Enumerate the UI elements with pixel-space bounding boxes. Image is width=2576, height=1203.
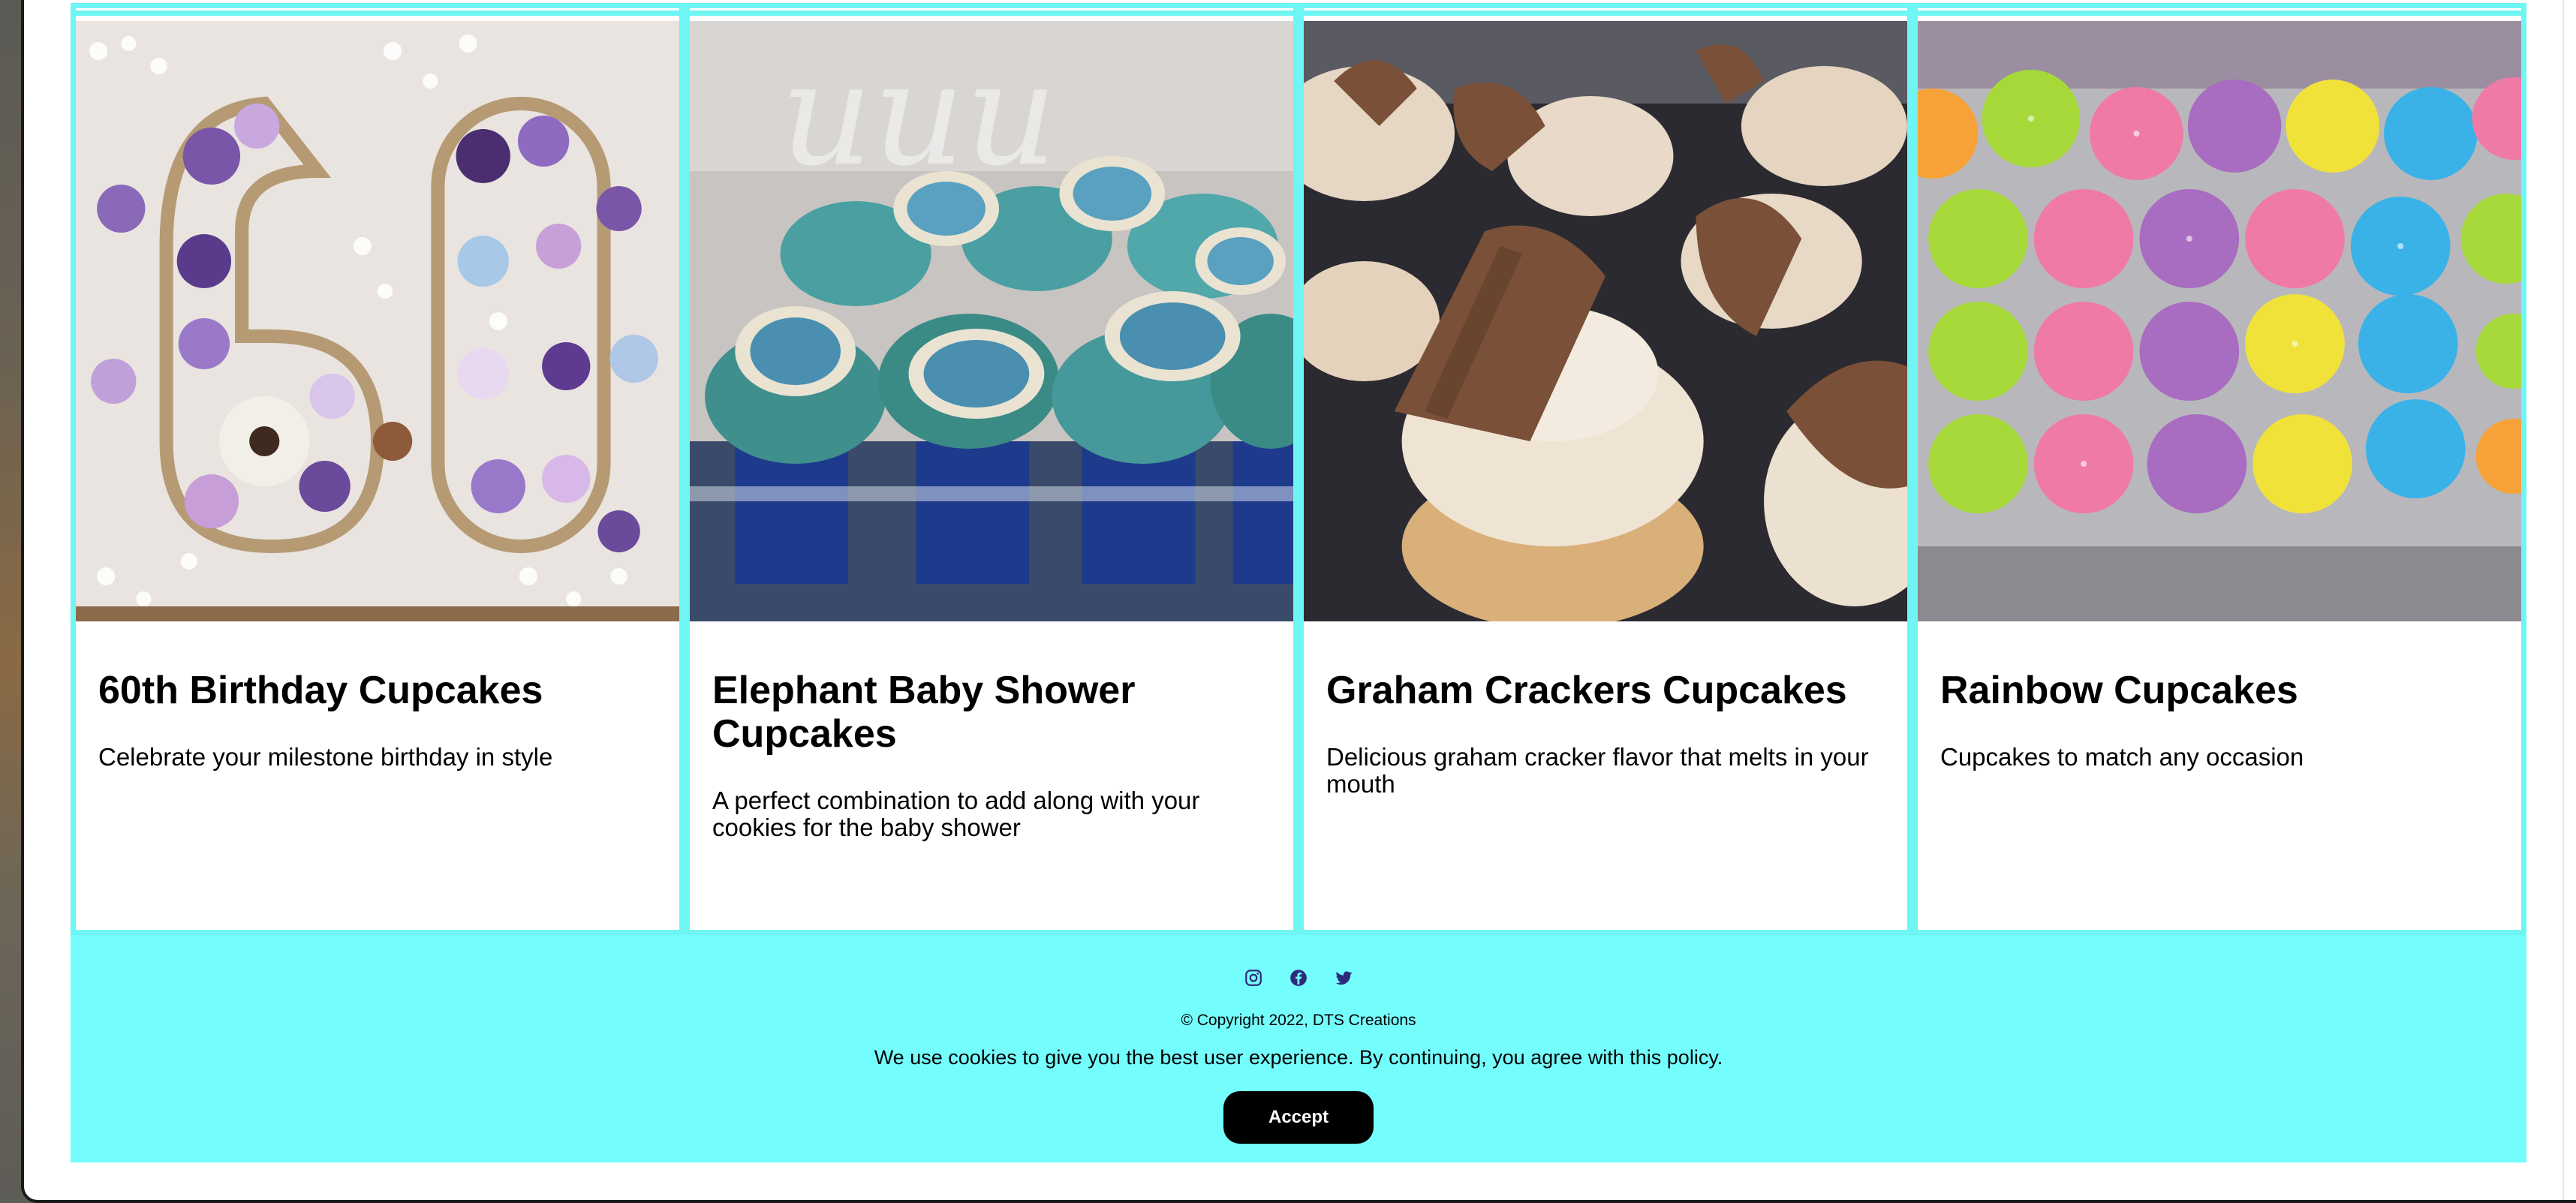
- product-card[interactable]: Rainbow Cupcakes Cupcakes to match any o…: [1912, 3, 2526, 935]
- cupcakes-60-illustration: [76, 21, 679, 621]
- product-card[interactable]: uuu Elephant Baby Shower Cupcakes A perf…: [685, 3, 1299, 935]
- cupcakes-60-photo[interactable]: [76, 21, 679, 621]
- card-description: A perfect combination to add along with …: [712, 786, 1200, 841]
- card-body: Graham Crackers Cupcakes Delicious graha…: [1326, 669, 1885, 798]
- card-top-strip: [690, 8, 1293, 16]
- card-description: Cupcakes to match any occasion: [1940, 743, 2304, 771]
- card-body: Elephant Baby Shower Cupcakes A perfect …: [712, 669, 1271, 841]
- card-description: Celebrate your milestone birthday in sty…: [98, 743, 553, 771]
- social-links: [71, 968, 2526, 988]
- twitter-icon[interactable]: [1334, 968, 1353, 988]
- card-description: Delicious graham cracker flavor that mel…: [1326, 743, 1869, 798]
- graham-cupcakes-illustration: [1304, 21, 1907, 621]
- facebook-icon[interactable]: [1289, 968, 1308, 988]
- rainbow-cupcakes-photo[interactable]: [1918, 21, 2521, 621]
- svg-text:uuu: uuu: [781, 31, 1058, 197]
- card-title[interactable]: Rainbow Cupcakes: [1940, 669, 2499, 712]
- accept-cookies-button[interactable]: Accept: [1223, 1091, 1374, 1144]
- elephant-cupcakes-photo[interactable]: uuu: [690, 21, 1293, 621]
- browser-window: 60th Birthday Cupcakes Celebrate your mi…: [21, 0, 2576, 1203]
- card-top-strip: [1304, 8, 1907, 16]
- card-title[interactable]: Graham Crackers Cupcakes: [1326, 669, 1885, 712]
- card-top-strip: [1918, 8, 2521, 16]
- cookie-notice: We use cookies to give you the best user…: [874, 1046, 1723, 1069]
- page-content: 60th Birthday Cupcakes Celebrate your mi…: [71, 3, 2526, 1162]
- card-title[interactable]: Elephant Baby Shower Cupcakes: [712, 669, 1271, 756]
- product-grid: 60th Birthday Cupcakes Celebrate your mi…: [71, 3, 2526, 935]
- product-card[interactable]: 60th Birthday Cupcakes Celebrate your mi…: [71, 3, 685, 935]
- graham-cupcakes-photo[interactable]: [1304, 21, 1907, 621]
- product-card[interactable]: Graham Crackers Cupcakes Delicious graha…: [1299, 3, 1912, 935]
- card-top-strip: [76, 8, 679, 16]
- card-title[interactable]: 60th Birthday Cupcakes: [98, 669, 657, 712]
- card-body: Rainbow Cupcakes Cupcakes to match any o…: [1940, 669, 2499, 771]
- site-footer: © Copyright 2022, DTS Creations We use c…: [71, 935, 2526, 1162]
- copyright-text: © Copyright 2022, DTS Creations: [1181, 1012, 1416, 1029]
- scrollbar[interactable]: [2562, 0, 2576, 1200]
- elephant-cupcakes-illustration: uuu: [690, 21, 1293, 621]
- card-body: 60th Birthday Cupcakes Celebrate your mi…: [98, 669, 657, 771]
- rainbow-cupcakes-illustration: [1918, 21, 2521, 621]
- instagram-icon[interactable]: [1244, 968, 1263, 988]
